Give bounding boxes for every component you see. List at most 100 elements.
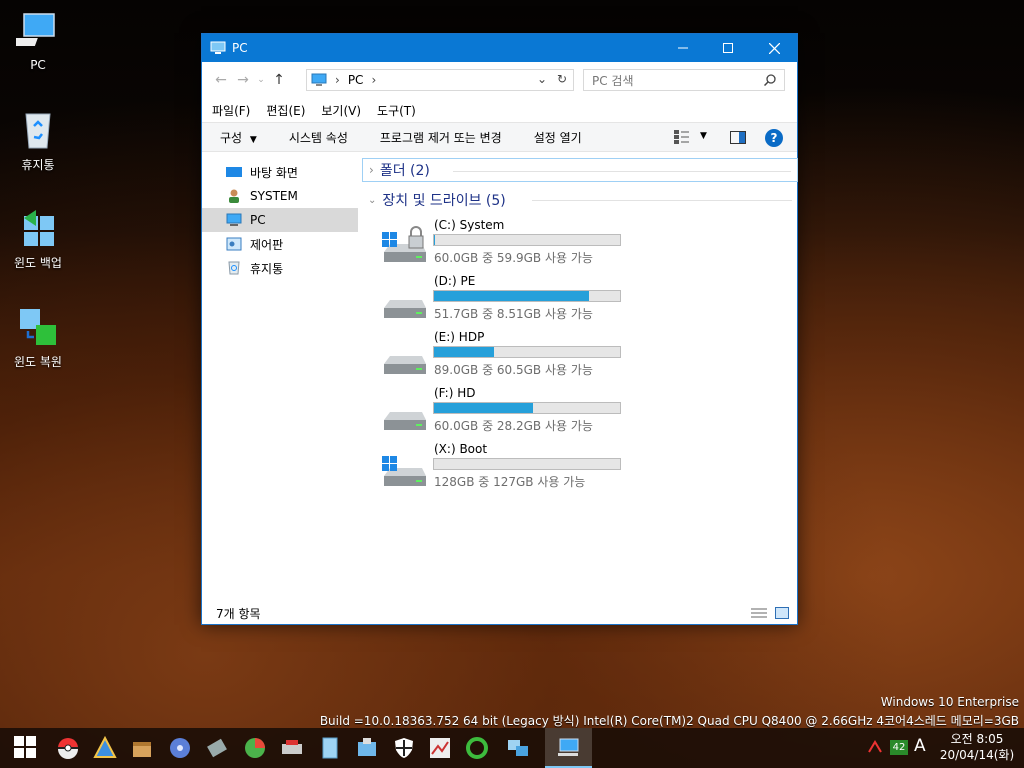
drive-name: (E:) HDP bbox=[434, 330, 485, 344]
sync-app-icon[interactable] bbox=[465, 736, 489, 760]
command-bar: 구성 ▼ 시스템 속성 프로그램 제거 또는 변경 설정 열기 ▼ ? bbox=[202, 122, 797, 152]
tools-app-icon[interactable] bbox=[205, 736, 229, 760]
help-icon[interactable]: ? bbox=[765, 129, 783, 147]
large-icons-view-icon[interactable] bbox=[775, 607, 789, 622]
drive-item[interactable]: (F:) HD 60.0GB 중 28.2GB 사용 가능 bbox=[382, 386, 782, 442]
maximize-icon bbox=[723, 43, 733, 53]
chevron-down-icon: ⌄ bbox=[368, 194, 377, 206]
menu-edit[interactable]: 편집(E) bbox=[266, 102, 305, 119]
maximize-button[interactable] bbox=[705, 34, 751, 62]
item-count: 7개 항목 bbox=[216, 606, 261, 621]
disc-app-icon[interactable] bbox=[168, 736, 192, 760]
nav-item-pc[interactable]: PC bbox=[202, 208, 358, 232]
hdd-tool-app-icon[interactable] bbox=[280, 736, 304, 760]
desktop-icon-pc[interactable]: PC bbox=[0, 10, 76, 72]
triangle-app-icon[interactable] bbox=[93, 735, 117, 760]
image-tool-app-icon[interactable] bbox=[428, 736, 452, 760]
address-dropdown-icon[interactable]: ⌄ bbox=[537, 72, 547, 86]
search-placeholder: PC 검색 bbox=[592, 73, 634, 88]
tray-chevron-icon[interactable] bbox=[868, 740, 882, 754]
tray-badge[interactable]: 42 bbox=[890, 740, 908, 755]
nav-item-control-panel[interactable]: 제어판 bbox=[202, 232, 358, 256]
refresh-icon[interactable]: ↻ bbox=[557, 72, 567, 86]
breadcrumb-separator: › bbox=[335, 73, 340, 87]
uninstall-program-button[interactable]: 프로그램 제거 또는 변경 bbox=[380, 129, 502, 146]
drive-item[interactable]: (D:) PE 51.7GB 중 8.51GB 사용 가능 bbox=[382, 274, 782, 330]
build-info-text: Build =10.0.18363.752 64 bit (Legacy 방식)… bbox=[319, 714, 1019, 728]
installer-app-icon[interactable] bbox=[355, 736, 379, 760]
address-bar[interactable]: › PC › ⌄ ↻ bbox=[306, 69, 574, 91]
drive-name: (F:) HD bbox=[434, 386, 476, 400]
chevron-right-icon: › bbox=[369, 163, 374, 177]
drive-item[interactable]: (E:) HDP 89.0GB 중 60.5GB 사용 가능 bbox=[382, 330, 782, 386]
group-header-drives[interactable]: ⌄ 장치 및 드라이브 (5) bbox=[362, 188, 798, 212]
up-arrow-icon[interactable]: ↑ bbox=[268, 72, 290, 88]
group-header-folders[interactable]: › 폴더 (2) bbox=[362, 158, 798, 182]
recycle-bin-icon bbox=[228, 261, 240, 275]
chevron-down-icon[interactable]: ▼ bbox=[700, 131, 707, 141]
forward-arrow-icon[interactable]: → bbox=[232, 72, 254, 88]
clock[interactable]: 오전 8:05 20/04/14(화) bbox=[936, 731, 1018, 763]
hard-drive-icon bbox=[382, 394, 428, 436]
nav-item-recycle-bin[interactable]: 휴지통 bbox=[202, 256, 358, 280]
minimize-icon bbox=[678, 47, 688, 49]
taskbar: 42 A 오전 8:05 20/04/14(화) bbox=[0, 728, 1024, 768]
menu-view[interactable]: 보기(V) bbox=[321, 102, 361, 119]
close-button[interactable] bbox=[751, 34, 797, 62]
menu-tools[interactable]: 도구(T) bbox=[377, 102, 416, 119]
organize-button[interactable]: 구성 ▼ bbox=[220, 129, 257, 146]
view-options-icon[interactable] bbox=[674, 130, 690, 147]
windows-logo-icon bbox=[14, 736, 36, 758]
drive-usage-fill bbox=[434, 403, 533, 413]
breadcrumb-pc[interactable]: PC bbox=[348, 73, 364, 87]
menu-bar: 파일(F) 편집(E) 보기(V) 도구(T) bbox=[202, 98, 797, 122]
menu-file[interactable]: 파일(F) bbox=[212, 102, 250, 119]
package-app-icon[interactable] bbox=[130, 736, 154, 760]
pc-icon bbox=[311, 73, 327, 86]
pc-icon bbox=[558, 738, 579, 756]
windows-drive-lock-icon bbox=[382, 226, 428, 268]
desktop-icon-recycle-bin[interactable]: 휴지통 bbox=[0, 108, 76, 173]
explorer-taskbar-button[interactable] bbox=[545, 728, 592, 768]
title-bar[interactable]: PC bbox=[202, 34, 797, 62]
shield-app-icon[interactable] bbox=[392, 736, 416, 760]
open-settings-button[interactable]: 설정 열기 bbox=[534, 129, 582, 146]
chevron-down-icon[interactable]: ⌄ bbox=[254, 75, 268, 85]
user-icon bbox=[229, 189, 239, 203]
recycle-bin-icon bbox=[16, 108, 60, 152]
preview-pane-icon[interactable] bbox=[730, 131, 746, 147]
desktop-icon-windows-backup[interactable]: 윈도 백업 bbox=[0, 206, 76, 271]
explorer-window: PC ← → ⌄ ↑ › PC › ⌄ ↻ PC 검색 파일(F) 편집(E) … bbox=[201, 33, 798, 625]
nav-item-system[interactable]: SYSTEM bbox=[202, 184, 358, 208]
desktop-icon-windows-restore[interactable]: 윈도 복원 bbox=[0, 305, 76, 370]
status-bar: 7개 항목 bbox=[202, 602, 797, 624]
desktop-icon-label: 휴지통 bbox=[21, 158, 55, 172]
organize-label: 구성 bbox=[220, 130, 243, 145]
drive-item[interactable]: (X:) Boot 128GB 중 127GB 사용 가능 bbox=[382, 442, 782, 498]
content-pane: › 폴더 (2) ⌄ 장치 및 드라이브 (5) (C:) System 60.0… bbox=[362, 154, 798, 604]
nav-item-desktop[interactable]: 바탕 화면 bbox=[202, 160, 358, 184]
drive-item[interactable]: (C:) System 60.0GB 중 59.9GB 사용 가능 bbox=[382, 218, 782, 274]
details-view-icon[interactable] bbox=[751, 607, 767, 622]
backup-icon bbox=[16, 206, 60, 250]
nav-label: SYSTEM bbox=[250, 189, 298, 203]
start-button[interactable] bbox=[14, 736, 38, 760]
nav-label: PC bbox=[250, 213, 266, 227]
windows-drive-icon bbox=[382, 450, 428, 492]
drive-usage-bar bbox=[433, 402, 621, 414]
ime-indicator[interactable]: A bbox=[914, 736, 926, 756]
drive-usage-bar bbox=[433, 346, 621, 358]
minimize-button[interactable] bbox=[660, 34, 706, 62]
partition-app-icon[interactable] bbox=[243, 736, 267, 760]
desktop-icon-label: PC bbox=[30, 58, 46, 72]
back-arrow-icon[interactable]: ← bbox=[210, 72, 232, 88]
search-input[interactable]: PC 검색 bbox=[583, 69, 785, 91]
search-icon bbox=[764, 74, 776, 86]
system-properties-button[interactable]: 시스템 속성 bbox=[289, 129, 348, 146]
breadcrumb-separator: › bbox=[371, 73, 377, 87]
nav-label: 제어판 bbox=[250, 237, 284, 252]
desktop-icon-label: 윈도 백업 bbox=[14, 256, 62, 270]
notepad-app-icon[interactable] bbox=[318, 736, 342, 760]
pokeball-app-icon[interactable] bbox=[56, 736, 80, 760]
window-switcher-icon[interactable] bbox=[506, 736, 530, 760]
